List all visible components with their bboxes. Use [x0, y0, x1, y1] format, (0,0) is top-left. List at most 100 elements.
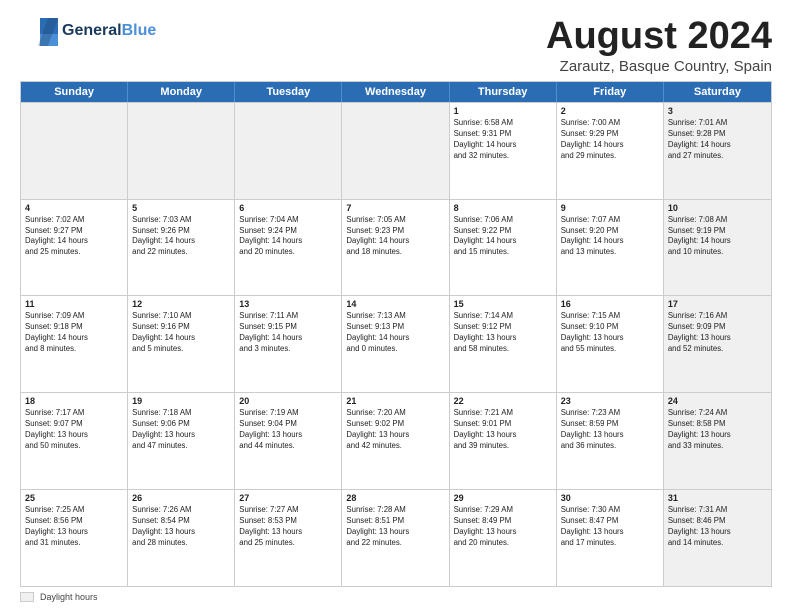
cal-row-2: 4Sunrise: 7:02 AM Sunset: 9:27 PM Daylig… [21, 199, 771, 296]
day-number: 14 [346, 299, 444, 309]
cal-day-14: 14 Sunrise: 7:13 AM Sunset: 9:13 PM Dayli… [342, 296, 449, 392]
cal-day-7: 7 Sunrise: 7:05 AM Sunset: 9:23 PM Daylig… [342, 200, 449, 296]
day-info: Sunrise: 7:28 AM Sunset: 8:51 PM Dayligh… [346, 505, 444, 549]
logo-icon [20, 16, 58, 46]
day-number: 23 [561, 396, 659, 406]
cal-day-23: 23 Sunrise: 7:23 AM Sunset: 8:59 PM Dayli… [557, 393, 664, 489]
footer: Daylight hours [20, 592, 772, 602]
title-block: August 2024 Zarautz, Basque Country, Spa… [546, 16, 772, 75]
logo: GeneralBlue [20, 16, 156, 46]
day-info: Sunrise: 7:20 AM Sunset: 9:02 PM Dayligh… [346, 408, 444, 452]
day-number: 17 [668, 299, 767, 309]
header: GeneralBlue August 2024 Zarautz, Basque … [20, 16, 772, 75]
cal-empty [342, 103, 449, 199]
day-info: Sunrise: 7:25 AM Sunset: 8:56 PM Dayligh… [25, 505, 123, 549]
day-number: 31 [668, 493, 767, 503]
header-cell-saturday: Saturday [664, 82, 771, 102]
header-cell-sunday: Sunday [21, 82, 128, 102]
day-number: 25 [25, 493, 123, 503]
day-info: Sunrise: 7:13 AM Sunset: 9:13 PM Dayligh… [346, 311, 444, 355]
day-number: 4 [25, 203, 123, 213]
cal-day-30: 30Sunrise: 7:30 AM Sunset: 8:47 PM Dayli… [557, 490, 664, 586]
day-info: Sunrise: 7:21 AM Sunset: 9:01 PM Dayligh… [454, 408, 552, 452]
cal-day-18: 18 Sunrise: 7:17 AM Sunset: 9:07 PM Dayli… [21, 393, 128, 489]
day-number: 7 [346, 203, 444, 213]
cal-day-21: 21 Sunrise: 7:20 AM Sunset: 9:02 PM Dayli… [342, 393, 449, 489]
cal-day-26: 26 Sunrise: 7:26 AM Sunset: 8:54 PM Dayli… [128, 490, 235, 586]
day-info: Sunrise: 7:23 AM Sunset: 8:59 PM Dayligh… [561, 408, 659, 452]
daylight-label: Daylight hours [40, 592, 98, 602]
cal-row-3: 11 Sunrise: 7:09 AM Sunset: 9:18 PM Dayli… [21, 295, 771, 392]
cal-day-10: 10 Sunrise: 7:08 AM Sunset: 9:19 PM Dayli… [664, 200, 771, 296]
cal-day-3: 3Sunrise: 7:01 AM Sunset: 9:28 PM Daylig… [664, 103, 771, 199]
cal-empty [235, 103, 342, 199]
day-number: 2 [561, 106, 659, 116]
day-number: 19 [132, 396, 230, 406]
day-number: 26 [132, 493, 230, 503]
day-info: Sunrise: 7:06 AM Sunset: 9:22 PM Dayligh… [454, 215, 552, 259]
cal-day-20: 20Sunrise: 7:19 AM Sunset: 9:04 PM Dayli… [235, 393, 342, 489]
day-number: 18 [25, 396, 123, 406]
cal-day-2: 2Sunrise: 7:00 AM Sunset: 9:29 PM Daylig… [557, 103, 664, 199]
cal-day-11: 11 Sunrise: 7:09 AM Sunset: 9:18 PM Dayli… [21, 296, 128, 392]
day-number: 8 [454, 203, 552, 213]
day-info: Sunrise: 7:17 AM Sunset: 9:07 PM Dayligh… [25, 408, 123, 452]
day-number: 15 [454, 299, 552, 309]
cal-empty [128, 103, 235, 199]
cal-day-4: 4Sunrise: 7:02 AM Sunset: 9:27 PM Daylig… [21, 200, 128, 296]
day-info: Sunrise: 7:14 AM Sunset: 9:12 PM Dayligh… [454, 311, 552, 355]
day-info: Sunrise: 7:07 AM Sunset: 9:20 PM Dayligh… [561, 215, 659, 259]
cal-row-4: 18 Sunrise: 7:17 AM Sunset: 9:07 PM Dayli… [21, 392, 771, 489]
cal-day-15: 15 Sunrise: 7:14 AM Sunset: 9:12 PM Dayli… [450, 296, 557, 392]
day-info: Sunrise: 7:01 AM Sunset: 9:28 PM Dayligh… [668, 118, 767, 162]
day-info: Sunrise: 7:11 AM Sunset: 9:15 PM Dayligh… [239, 311, 337, 355]
day-number: 10 [668, 203, 767, 213]
day-number: 13 [239, 299, 337, 309]
day-number: 28 [346, 493, 444, 503]
day-info: Sunrise: 7:18 AM Sunset: 9:06 PM Dayligh… [132, 408, 230, 452]
day-number: 24 [668, 396, 767, 406]
cal-day-31: 31 Sunrise: 7:31 AM Sunset: 8:46 PM Dayli… [664, 490, 771, 586]
cal-day-16: 16Sunrise: 7:15 AM Sunset: 9:10 PM Dayli… [557, 296, 664, 392]
cal-row-1: 1Sunrise: 6:58 AM Sunset: 9:31 PM Daylig… [21, 102, 771, 199]
day-info: Sunrise: 7:10 AM Sunset: 9:16 PM Dayligh… [132, 311, 230, 355]
cal-day-9: 9 Sunrise: 7:07 AM Sunset: 9:20 PM Daylig… [557, 200, 664, 296]
calendar-body: 1Sunrise: 6:58 AM Sunset: 9:31 PM Daylig… [21, 102, 771, 586]
day-info: Sunrise: 7:08 AM Sunset: 9:19 PM Dayligh… [668, 215, 767, 259]
cal-empty [21, 103, 128, 199]
cal-day-25: 25 Sunrise: 7:25 AM Sunset: 8:56 PM Dayli… [21, 490, 128, 586]
calendar: SundayMondayTuesdayWednesdayThursdayFrid… [20, 81, 772, 587]
cal-day-24: 24Sunrise: 7:24 AM Sunset: 8:58 PM Dayli… [664, 393, 771, 489]
day-number: 1 [454, 106, 552, 116]
day-info: Sunrise: 7:03 AM Sunset: 9:26 PM Dayligh… [132, 215, 230, 259]
day-number: 11 [25, 299, 123, 309]
day-number: 21 [346, 396, 444, 406]
day-info: Sunrise: 7:29 AM Sunset: 8:49 PM Dayligh… [454, 505, 552, 549]
page: GeneralBlue August 2024 Zarautz, Basque … [0, 0, 792, 612]
day-number: 22 [454, 396, 552, 406]
cal-day-1: 1Sunrise: 6:58 AM Sunset: 9:31 PM Daylig… [450, 103, 557, 199]
cal-day-12: 12Sunrise: 7:10 AM Sunset: 9:16 PM Dayli… [128, 296, 235, 392]
cal-day-27: 27 Sunrise: 7:27 AM Sunset: 8:53 PM Dayli… [235, 490, 342, 586]
day-info: Sunrise: 7:27 AM Sunset: 8:53 PM Dayligh… [239, 505, 337, 549]
header-cell-wednesday: Wednesday [342, 82, 449, 102]
day-info: Sunrise: 7:09 AM Sunset: 9:18 PM Dayligh… [25, 311, 123, 355]
cal-day-17: 17Sunrise: 7:16 AM Sunset: 9:09 PM Dayli… [664, 296, 771, 392]
day-number: 9 [561, 203, 659, 213]
header-cell-friday: Friday [557, 82, 664, 102]
day-info: Sunrise: 7:31 AM Sunset: 8:46 PM Dayligh… [668, 505, 767, 549]
cal-day-29: 29Sunrise: 7:29 AM Sunset: 8:49 PM Dayli… [450, 490, 557, 586]
day-number: 16 [561, 299, 659, 309]
day-info: Sunrise: 7:30 AM Sunset: 8:47 PM Dayligh… [561, 505, 659, 549]
calendar-header: SundayMondayTuesdayWednesdayThursdayFrid… [21, 82, 771, 102]
cal-day-6: 6 Sunrise: 7:04 AM Sunset: 9:24 PM Daylig… [235, 200, 342, 296]
header-cell-thursday: Thursday [450, 82, 557, 102]
day-number: 6 [239, 203, 337, 213]
cal-row-5: 25 Sunrise: 7:25 AM Sunset: 8:56 PM Dayli… [21, 489, 771, 586]
day-info: Sunrise: 7:04 AM Sunset: 9:24 PM Dayligh… [239, 215, 337, 259]
cal-day-13: 13 Sunrise: 7:11 AM Sunset: 9:15 PM Dayli… [235, 296, 342, 392]
day-info: Sunrise: 7:05 AM Sunset: 9:23 PM Dayligh… [346, 215, 444, 259]
day-info: Sunrise: 7:26 AM Sunset: 8:54 PM Dayligh… [132, 505, 230, 549]
day-number: 27 [239, 493, 337, 503]
cal-day-5: 5Sunrise: 7:03 AM Sunset: 9:26 PM Daylig… [128, 200, 235, 296]
